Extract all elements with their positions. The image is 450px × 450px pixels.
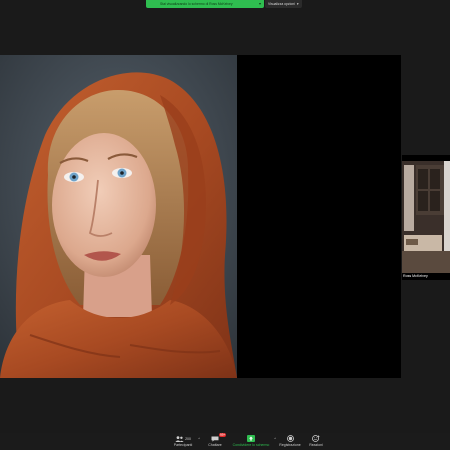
top-bar: Stai visualizzando lo schermo di Ross Mc…: [146, 0, 302, 8]
meeting-window: Stai visualizzando lo schermo di Ross Mc…: [0, 0, 450, 450]
record-button[interactable]: Registrazione: [276, 434, 304, 449]
shared-screen: [0, 55, 401, 378]
share-status-banner[interactable]: Stai visualizzando lo schermo di Ross Mc…: [146, 0, 264, 8]
share-screen-icon: [247, 435, 255, 442]
reactions-button[interactable]: Reazioni: [305, 434, 327, 449]
participants-label: Partecipanti: [173, 443, 193, 447]
participant-video-tile[interactable]: Ross McKelvey: [402, 155, 450, 280]
record-label: Registrazione: [279, 443, 301, 447]
participant-name-label: Ross McKelvey: [403, 274, 428, 278]
people-icon: [175, 435, 184, 442]
participants-count: 200: [185, 436, 191, 441]
record-icon: [286, 435, 294, 442]
shared-portrait-image: [0, 55, 237, 378]
chat-button[interactable]: 99+ Chattare: [203, 433, 227, 449]
record-icon-group: [286, 434, 294, 443]
banner-menu-icon[interactable]: ▾: [259, 0, 261, 8]
chevron-down-icon: ▾: [296, 2, 299, 6]
share-icon-group: [247, 434, 255, 443]
shared-screen-blank-area: [237, 55, 401, 378]
smiley-plus-icon: [312, 435, 320, 442]
chat-unread-badge: 99+: [219, 433, 227, 437]
participant-video-feed: [402, 155, 450, 280]
chat-label: Chattare: [208, 443, 222, 447]
participants-options-chevron-icon[interactable]: ^: [198, 437, 200, 441]
view-options-label: Visualizza opzioni: [268, 2, 295, 6]
share-status-text: Stai visualizzando lo schermo di Ross Mc…: [160, 2, 233, 6]
share-screen-button[interactable]: Condividere lo schermo ^: [228, 434, 276, 449]
view-options-button[interactable]: Visualizza opzioni ▾: [265, 0, 302, 8]
chat-icon-group: 99+: [211, 433, 227, 443]
chat-bubble-icon: [211, 436, 219, 442]
participants-button[interactable]: 200 Partecipanti ^: [168, 434, 200, 449]
share-screen-label: Condividere lo schermo: [232, 443, 270, 447]
reactions-icon-group: [312, 434, 320, 443]
meeting-toolbar: 200 Partecipanti ^ 99+ Chattare Condivid…: [0, 433, 450, 450]
participants-icon-group: 200: [175, 434, 191, 443]
reactions-label: Reazioni: [309, 443, 323, 447]
